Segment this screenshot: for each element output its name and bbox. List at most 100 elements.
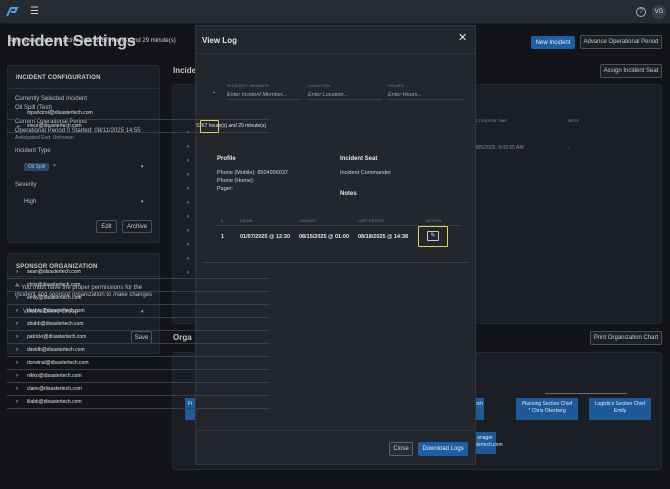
row-chevron-icon[interactable]: ›: [187, 256, 189, 262]
hours-filter-input[interactable]: Enter Hours...: [388, 91, 464, 100]
chevron-down-icon[interactable]: ⌄: [16, 120, 21, 132]
log-row[interactable]: › patrickr@disastertech.com: [7, 331, 270, 344]
divider: [8, 88, 159, 89]
log-row[interactable]: › claire@disastertech.com: [7, 383, 270, 396]
chevron-right-icon[interactable]: ›: [16, 279, 18, 291]
log-row[interactable]: › dashie@disastertech.com: [7, 305, 270, 318]
org-node-manager-partial[interactable]: anager stertech.com: [474, 432, 503, 454]
menu-icon[interactable]: ☰: [30, 7, 39, 17]
chevron-right-icon[interactable]: ›: [16, 266, 18, 278]
row-chevron-icon[interactable]: ›: [187, 242, 189, 248]
chevron-right-icon[interactable]: ›: [16, 318, 18, 330]
archive-button[interactable]: Archive: [122, 220, 152, 233]
org-node-planning[interactable]: Planning Section Chief * Chris Okerberg: [516, 398, 578, 420]
type-dropdown-chevron-icon[interactable]: ▾: [141, 164, 144, 171]
member-email: emily@disastertech.com: [27, 295, 82, 301]
edit-action-highlight: [418, 226, 448, 247]
row-chevron-icon[interactable]: ›: [187, 214, 189, 220]
log-row[interactable]: › davidb@disastertech.com: [7, 344, 270, 357]
print-org-chart-button[interactable]: Print Organization Chart: [590, 331, 662, 345]
app-logo-icon[interactable]: [5, 6, 21, 18]
selected-incident-label: Currently Selected Incident: [15, 96, 88, 102]
row-chevron-icon[interactable]: ›: [187, 186, 189, 192]
location-filter-input[interactable]: Enter Location...: [308, 91, 382, 100]
planning-name: * Chris Okerberg: [528, 408, 566, 414]
pill-remove-icon[interactable]: ×: [53, 163, 56, 170]
inner-col-logout: LOGOUT: [299, 218, 316, 223]
severity-dropdown-chevron-icon[interactable]: ▾: [141, 199, 144, 206]
logistics-title: Logistics Section Chief: [594, 401, 646, 407]
log-row[interactable]: mpanciroli@disastertech.com: [7, 107, 270, 120]
log-row[interactable]: › dorwinal@disastertech.com: [7, 357, 270, 370]
member-filter-input[interactable]: Enter Incident Member...: [227, 91, 301, 100]
help-icon[interactable]: ?: [636, 7, 646, 17]
row-chevron-icon[interactable]: ›: [187, 172, 189, 178]
col-note: NOTE: [568, 118, 580, 123]
row-chevron-icon[interactable]: ›: [187, 200, 189, 206]
col-incident-member: INCIDENT MEMBER: [227, 83, 269, 88]
incident-type-pill[interactable]: Oil Spill: [24, 163, 49, 171]
chevron-right-icon[interactable]: ›: [16, 344, 18, 356]
advance-period-button[interactable]: Advance Operational Period: [580, 35, 662, 49]
config-heading: INCIDENT CONFIGURATION: [16, 75, 101, 81]
chevron-right-icon[interactable]: ›: [16, 305, 18, 317]
org-connector: [545, 393, 627, 394]
log-row[interactable]: › lilabb@disastertech.com: [7, 396, 270, 409]
note-value: -: [568, 145, 570, 151]
incidents-heading: Incide: [173, 66, 197, 75]
pager: Pager:: [217, 186, 234, 192]
log-row[interactable]: › chris@disastertech.com: [7, 279, 270, 292]
assign-seat-button[interactable]: Assign Incident Seat: [600, 64, 662, 78]
close-icon[interactable]: ✕: [458, 33, 467, 44]
top-bar: ☰ ? VG: [0, 0, 670, 24]
incident-type-label: Incident Type: [15, 148, 51, 154]
anticipated-end: Anticipated End: Unknown: [15, 135, 74, 141]
inner-row-num: 1: [221, 234, 225, 240]
member-email: nikko@disastertech.com: [27, 373, 82, 379]
member-email: chris@disastertech.com: [27, 282, 81, 288]
seat-heading: Incident Seat: [340, 156, 378, 162]
org-node-logistics[interactable]: Logistics Section Chief Emily: [589, 398, 651, 420]
log-row[interactable]: › sean@disastertech.com: [7, 266, 270, 279]
severity-value[interactable]: High: [24, 199, 36, 206]
collapse-all-chevron-icon[interactable]: ⌄: [212, 89, 216, 95]
modal-header: View Log ✕: [196, 26, 477, 54]
planning-title: Planning Section Chief: [521, 401, 573, 407]
modal-footer-divider: [195, 430, 476, 431]
avatar[interactable]: VG: [652, 5, 666, 19]
log-row[interactable]: › sbabb@disastertech.com: [7, 318, 270, 331]
col-activation-time: ACTIVATION TIME: [473, 118, 508, 123]
member-email: davidb@disastertech.com: [27, 347, 85, 353]
row-chevron-icon[interactable]: ›: [187, 158, 189, 164]
row-chevron-icon[interactable]: ›: [187, 144, 189, 150]
activation-time-value: 8/5/2025, 9:05:55 AM: [476, 145, 524, 151]
chevron-right-icon[interactable]: ›: [16, 370, 18, 382]
chevron-right-icon[interactable]: ›: [16, 383, 18, 395]
inner-col-num: #: [221, 218, 224, 223]
inner-col-last-edited: LAST EDITED: [358, 218, 384, 223]
inner-login: 01/07/2025 @ 12:30: [240, 234, 291, 240]
chevron-right-icon[interactable]: ›: [16, 292, 18, 304]
row-chevron-icon[interactable]: ›: [187, 228, 189, 234]
expand-toggle-highlight[interactable]: [200, 120, 219, 133]
col-hours: HOURS: [388, 83, 404, 88]
chevron-right-icon[interactable]: ›: [16, 396, 18, 408]
member-email: sean@disastertech.com: [27, 269, 81, 275]
download-logs-button[interactable]: Download Logs: [418, 442, 468, 456]
manager-partial: anager: [477, 435, 493, 441]
phone-home: Phone (Home):: [217, 178, 255, 184]
chevron-right-icon[interactable]: ›: [16, 331, 18, 343]
inner-col-action: ACTION: [426, 218, 442, 223]
member-email: sbabb@disastertech.com: [27, 321, 84, 327]
new-incident-button[interactable]: New Incident: [531, 36, 575, 49]
log-row[interactable]: › emily@disastertech.com: [7, 292, 270, 305]
member-email: dorwinal@disastertech.com: [27, 360, 89, 366]
manager-email-partial: stertech.com: [474, 442, 503, 448]
close-button[interactable]: Close: [389, 442, 413, 456]
member-email: vince@disastertech.com: [27, 123, 82, 129]
log-row-expanded[interactable]: ⌄ vince@disastertech.com 5267 hours(s) a…: [7, 120, 270, 133]
log-row[interactable]: › nikko@disastertech.com: [7, 370, 270, 383]
seat-value: Incident Commander: [340, 170, 392, 176]
edit-button[interactable]: Edit: [96, 220, 117, 233]
chevron-right-icon[interactable]: ›: [16, 357, 18, 369]
